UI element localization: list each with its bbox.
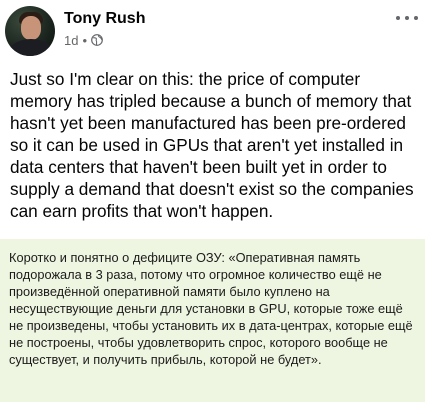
- more-horizontal-icon: [396, 16, 400, 20]
- post-meta: 1d •: [64, 32, 103, 48]
- avatar-shirt: [9, 39, 53, 56]
- page: Tony Rush 1d • Just so I'm clear on this…: [0, 0, 425, 402]
- more-horizontal-icon: [414, 16, 418, 20]
- meta-separator: •: [82, 32, 88, 48]
- facebook-post: Tony Rush 1d • Just so I'm clear on this…: [0, 0, 425, 232]
- globe-icon[interactable]: [91, 34, 103, 46]
- avatar-face: [21, 16, 41, 40]
- caption-text: Коротко и понятно о дефиците ОЗУ: «Опера…: [9, 250, 413, 367]
- more-horizontal-icon: [405, 16, 409, 20]
- translation-caption: Коротко и понятно о дефиците ОЗУ: «Опера…: [0, 239, 425, 402]
- post-text: Just so I'm clear on this: the price of …: [10, 69, 414, 221]
- post-timestamp[interactable]: 1d: [64, 33, 78, 48]
- avatar[interactable]: [5, 6, 55, 56]
- more-options-button[interactable]: [394, 8, 420, 28]
- author-name[interactable]: Tony Rush: [64, 10, 145, 28]
